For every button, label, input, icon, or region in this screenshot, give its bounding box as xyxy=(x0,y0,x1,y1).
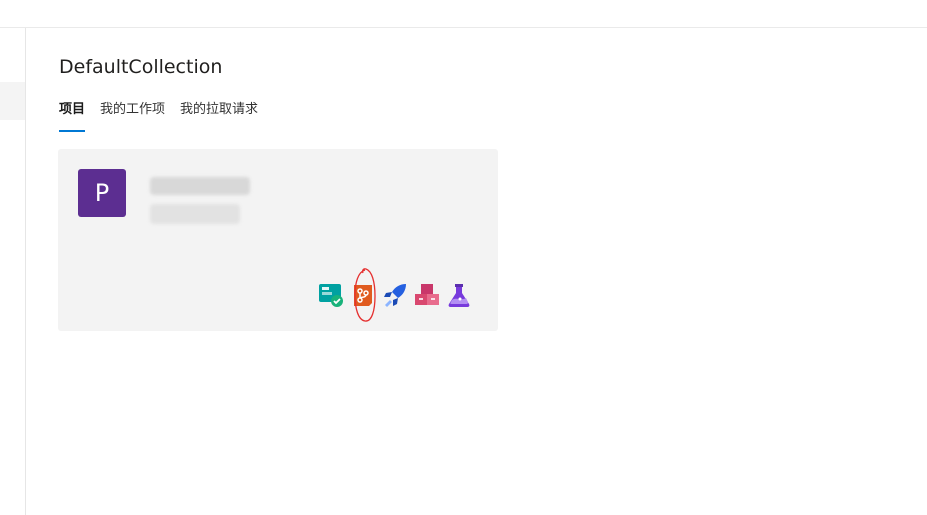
project-avatar[interactable]: P xyxy=(78,169,126,217)
redacted-project-name[interactable] xyxy=(150,177,250,195)
boards-service-button[interactable] xyxy=(318,282,344,308)
artifacts-icon xyxy=(415,284,439,305)
project-avatar-letter: P xyxy=(94,179,110,207)
repos-service-button[interactable] xyxy=(350,282,376,308)
left-nav-item-selected[interactable] xyxy=(0,82,25,120)
top-bar xyxy=(0,0,927,28)
test-plans-service-button[interactable] xyxy=(446,282,472,308)
repos-icon xyxy=(354,285,372,306)
page-title: DefaultCollection xyxy=(59,56,223,78)
boards-icon xyxy=(319,284,343,307)
pipelines-icon xyxy=(384,284,406,307)
tab-bar: 项目 我的工作项 我的拉取请求 xyxy=(59,100,273,134)
redacted-project-description xyxy=(150,204,240,224)
test-plans-icon xyxy=(448,284,470,307)
tab-projects[interactable]: 项目 xyxy=(59,100,86,132)
tab-my-pull-requests[interactable]: 我的拉取请求 xyxy=(180,100,258,132)
project-services xyxy=(318,282,472,308)
project-card[interactable]: P xyxy=(58,149,498,331)
pipelines-service-button[interactable] xyxy=(382,282,408,308)
artifacts-service-button[interactable] xyxy=(414,282,440,308)
tab-my-work-items[interactable]: 我的工作项 xyxy=(100,100,165,132)
left-navigation xyxy=(0,28,26,515)
